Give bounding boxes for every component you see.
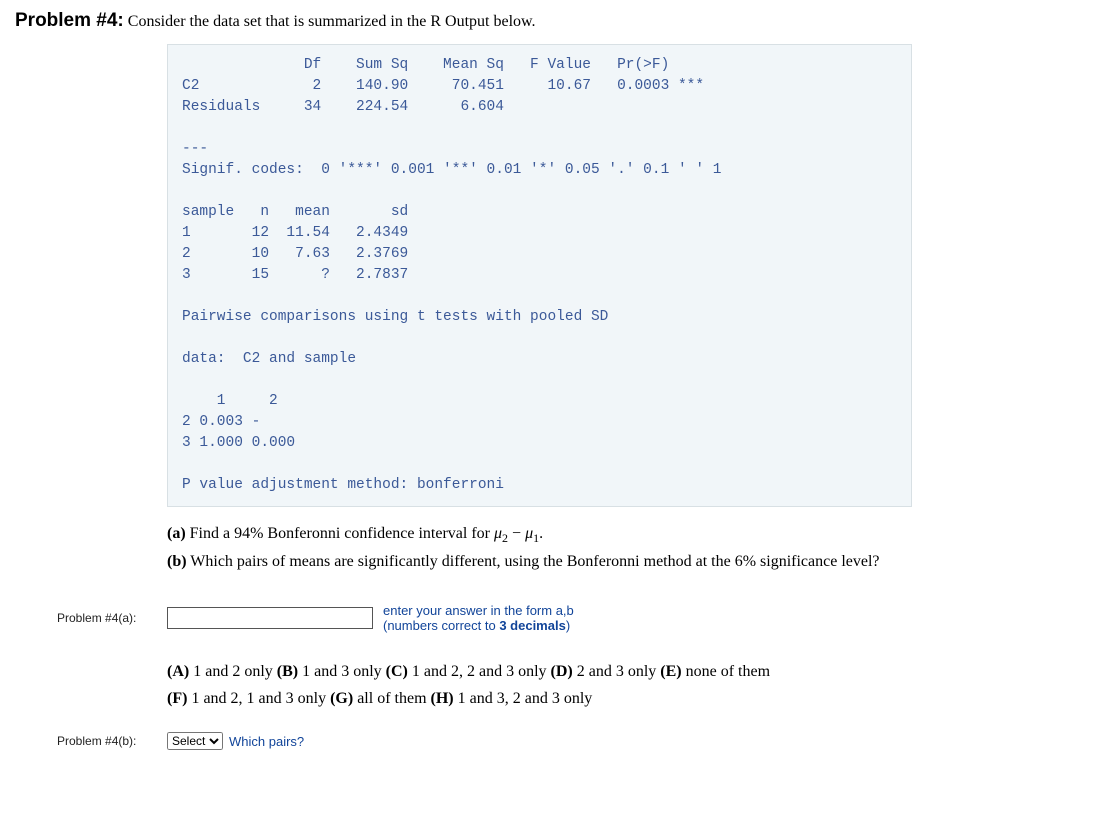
problem-number: Problem #4: [15,10,124,31]
part-b-label: (b) [167,553,187,570]
code-line: sample n mean sd [182,204,408,220]
opt-C-text: 1 and 2, 2 and 3 only [408,663,551,680]
part-a: (a) Find a 94% Bonferonni confidence int… [167,525,1101,546]
opt-A-text: 1 and 2 only [189,663,277,680]
opt-E: (E) [660,663,681,680]
hint-line1: enter your answer in the form a,b [383,603,574,618]
code-line: 1 2 [182,393,278,409]
hint-line2a: (numbers correct to [383,618,499,633]
answer-a-input[interactable] [167,607,373,629]
answer-a-label: Problem #4(a): [15,611,167,625]
question-parts: (a) Find a 94% Bonferonni confidence int… [167,525,1101,570]
code-line: 3 1.000 0.000 [182,435,295,451]
code-line: P value adjustment method: bonferroni [182,477,504,493]
code-line: --- [182,141,208,157]
mu1: μ [525,525,533,542]
code-line: Pairwise comparisons using t tests with … [182,309,608,325]
opt-F: (F) [167,690,187,707]
options-row1: (A) 1 and 2 only (B) 1 and 3 only (C) 1 … [167,658,1101,685]
opt-E-text: none of them [682,663,770,680]
code-line: Df Sum Sq Mean Sq F Value Pr(>F) [182,57,669,73]
code-line: data: C2 and sample [182,351,356,367]
part-b-text: Which pairs of means are significantly d… [187,553,880,570]
answer-b-hint: Which pairs? [229,734,304,749]
options-row2: (F) 1 and 2, 1 and 3 only (G) all of the… [167,685,1101,712]
opt-B: (B) [277,663,298,680]
part-b: (b) Which pairs of means are significant… [167,553,1101,571]
part-a-text: Find a 94% Bonferonni confidence interva… [186,525,494,542]
hint-line2c: ) [566,618,570,633]
code-line: Signif. codes: 0 '***' 0.001 '**' 0.01 '… [182,162,722,178]
opt-D: (D) [551,663,573,680]
mu2: μ [494,525,502,542]
answer-a-hint: enter your answer in the form a,b (numbe… [383,603,574,634]
code-line: 2 0.003 - [182,414,260,430]
code-line: 3 15 ? 2.7837 [182,267,408,283]
answer-a-row: Problem #4(a): enter your answer in the … [15,603,1101,634]
answer-b-label: Problem #4(b): [15,734,167,748]
part-a-end: . [539,525,543,542]
opt-D-text: 2 and 3 only [573,663,661,680]
opt-G-text: all of them [353,690,430,707]
opt-B-text: 1 and 3 only [298,663,386,680]
code-line: 1 12 11.54 2.4349 [182,225,408,241]
opt-G: (G) [330,690,353,707]
intro-text: Consider the data set that is summarized… [128,13,536,30]
options-block: (A) 1 and 2 only (B) 1 and 3 only (C) 1 … [167,658,1101,712]
r-output-block: Df Sum Sq Mean Sq F Value Pr(>F) C2 2 14… [167,44,912,507]
opt-C: (C) [386,663,408,680]
sub2: 2 [502,532,508,546]
code-line: 2 10 7.63 2.3769 [182,246,408,262]
problem-header: Problem #4: Consider the data set that i… [15,10,1101,32]
answer-b-select[interactable]: Select [167,732,223,750]
opt-A: (A) [167,663,189,680]
hint-line2b: 3 decimals [499,618,566,633]
opt-H: (H) [431,690,454,707]
code-line: C2 2 140.90 70.451 10.67 0.0003 *** [182,78,704,94]
answer-b-row: Problem #4(b): Select Which pairs? [15,732,1101,750]
code-line: Residuals 34 224.54 6.604 [182,99,504,115]
opt-F-text: 1 and 2, 1 and 3 only [187,690,330,707]
opt-H-text: 1 and 3, 2 and 3 only [454,690,593,707]
part-a-label: (a) [167,525,186,542]
